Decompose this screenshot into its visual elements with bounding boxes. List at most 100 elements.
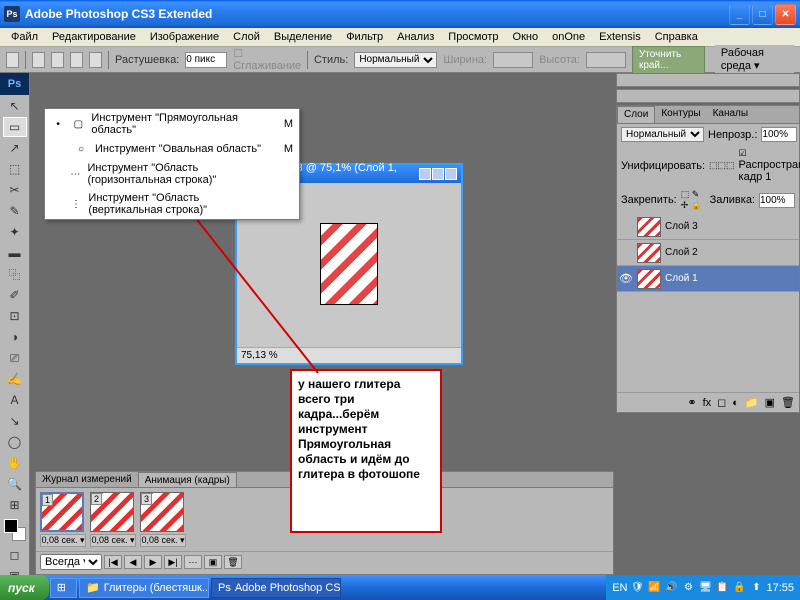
layer-thumbnail[interactable] xyxy=(637,217,661,237)
menu-Справка[interactable]: Справка xyxy=(648,29,705,45)
fg-color[interactable] xyxy=(4,519,18,533)
menu-Редактирование[interactable]: Редактирование xyxy=(45,29,143,45)
tool-7[interactable]: ▬ xyxy=(3,243,27,263)
quickmask-icon[interactable]: ◻ xyxy=(3,545,27,565)
flyout-item[interactable]: ⋯Инструмент "Область (горизонтальная стр… xyxy=(45,159,299,189)
tray-icon[interactable]: 🔒 xyxy=(732,581,746,595)
link-layers-icon[interactable]: ⚭ xyxy=(687,396,696,409)
frame-delay[interactable]: 0,08 сек. ▾ xyxy=(140,534,186,547)
frame-delay[interactable]: 0,08 сек. ▾ xyxy=(90,534,136,547)
layer-row[interactable]: 👁Слой 1 xyxy=(617,266,799,292)
start-button[interactable]: пуск xyxy=(0,575,49,600)
mask-icon[interactable]: ◻ xyxy=(717,396,726,409)
tool-12[interactable]: ⎚ xyxy=(3,348,27,368)
tray-icon[interactable]: 🛡 xyxy=(630,581,644,595)
collapsed-panel-2[interactable] xyxy=(616,89,800,103)
propagate-checkbox[interactable]: ☑ Распространить кадр 1 xyxy=(739,148,800,183)
tool-11[interactable]: ◑ xyxy=(3,327,27,347)
menu-Фильтр[interactable]: Фильтр xyxy=(339,29,390,45)
menu-onOne[interactable]: onOne xyxy=(545,29,592,45)
taskbar-button[interactable]: 📁Глитеры (блестяшк... xyxy=(79,578,209,598)
doc-maximize-button[interactable] xyxy=(432,168,444,180)
menu-Анализ[interactable]: Анализ xyxy=(390,29,441,45)
delete-frame-button[interactable]: 🗑 xyxy=(224,555,242,569)
marquee-add-icon[interactable] xyxy=(51,52,64,68)
menu-Изображение[interactable]: Изображение xyxy=(143,29,226,45)
animation-frame[interactable]: 10,08 сек. ▾ xyxy=(40,492,86,547)
loop-select[interactable]: Всегда ▾ xyxy=(40,554,102,570)
tool-4[interactable]: ✂ xyxy=(3,180,27,200)
tool-8[interactable]: ⿻ xyxy=(3,264,27,284)
flyout-item[interactable]: ○Инструмент "Овальная область"M xyxy=(45,139,299,159)
tab-Слои[interactable]: Слои xyxy=(617,106,655,123)
taskbar-button[interactable]: PsAdobe Photoshop CS... xyxy=(211,578,341,598)
menu-Файл[interactable]: Файл xyxy=(4,29,45,45)
color-swatches[interactable] xyxy=(4,519,26,541)
maximize-button[interactable]: □ xyxy=(752,4,773,25)
trash-icon[interactable]: 🗑 xyxy=(781,396,795,409)
tool-9[interactable]: ✐ xyxy=(3,285,27,305)
clock[interactable]: 17:55 xyxy=(766,582,794,594)
tray-icon[interactable]: 📶 xyxy=(647,581,661,595)
tab-Каналы[interactable]: Каналы xyxy=(707,106,755,123)
tray-icon[interactable]: ⚙ xyxy=(681,581,695,595)
animation-frame[interactable]: 30,08 сек. ▾ xyxy=(140,492,186,547)
marquee-int-icon[interactable] xyxy=(89,52,102,68)
marquee-new-icon[interactable] xyxy=(32,52,45,68)
layer-row[interactable]: Слой 3 xyxy=(617,214,799,240)
tool-2[interactable]: ↗ xyxy=(3,138,27,158)
menu-Выделение[interactable]: Выделение xyxy=(267,29,339,45)
tool-16[interactable]: ◯ xyxy=(3,432,27,452)
menu-Просмотр[interactable]: Просмотр xyxy=(441,29,505,45)
tray-icon[interactable]: ⬆ xyxy=(749,581,763,595)
menu-Extensis[interactable]: Extensis xyxy=(592,29,648,45)
tool-17[interactable]: ✋ xyxy=(3,453,27,473)
layer-thumbnail[interactable] xyxy=(637,269,661,289)
fx-icon[interactable]: fx xyxy=(703,397,712,409)
blend-mode-select[interactable]: Нормальный xyxy=(621,127,704,142)
taskbar-button[interactable]: ⊞ xyxy=(50,578,77,598)
doc-close-button[interactable] xyxy=(445,168,457,180)
tool-5[interactable]: ✎ xyxy=(3,201,27,221)
tool-1[interactable]: ▭ xyxy=(3,117,27,137)
layer-row[interactable]: Слой 2 xyxy=(617,240,799,266)
tab-Журнал измерений[interactable]: Журнал измерений xyxy=(36,472,138,487)
flyout-item[interactable]: •▢Инструмент "Прямоугольная область"M xyxy=(45,109,299,139)
tool-15[interactable]: ↘ xyxy=(3,411,27,431)
frame-delay[interactable]: 0,08 сек. ▾ xyxy=(40,534,86,547)
refine-edge-button[interactable]: Уточнить край... xyxy=(632,46,705,74)
feather-input[interactable] xyxy=(185,52,227,68)
folder-icon[interactable]: 📁 xyxy=(745,396,759,409)
menu-Слой[interactable]: Слой xyxy=(226,29,267,45)
collapsed-panel-1[interactable] xyxy=(616,73,800,87)
doc-minimize-button[interactable] xyxy=(419,168,431,180)
visibility-icon[interactable]: 👁 xyxy=(619,272,633,285)
close-button[interactable]: ✕ xyxy=(775,4,796,25)
first-frame-button[interactable]: |◀ xyxy=(104,555,122,569)
tab-Анимация (кадры)[interactable]: Анимация (кадры) xyxy=(138,472,237,487)
tool-10[interactable]: ⊡ xyxy=(3,306,27,326)
opacity-input[interactable] xyxy=(761,127,797,142)
adjustment-icon[interactable]: ◐ xyxy=(732,397,739,409)
prev-frame-button[interactable]: ◀ xyxy=(124,555,142,569)
tray-icon[interactable]: 🔊 xyxy=(664,581,678,595)
play-button[interactable]: ▶ xyxy=(144,555,162,569)
menu-Окно[interactable]: Окно xyxy=(506,29,546,45)
marquee-sub-icon[interactable] xyxy=(70,52,83,68)
flyout-item[interactable]: ⋮Инструмент "Область (вертикальная строк… xyxy=(45,189,299,219)
new-layer-icon[interactable]: ▣ xyxy=(765,396,775,409)
tween-button[interactable]: ⋯ xyxy=(184,555,202,569)
new-frame-button[interactable]: ▣ xyxy=(204,555,222,569)
tray-icon[interactable]: 📋 xyxy=(715,581,729,595)
tab-Контуры[interactable]: Контуры xyxy=(655,106,706,123)
minimize-button[interactable]: _ xyxy=(729,4,750,25)
workspace-menu[interactable]: Рабочая среда ▾ xyxy=(715,45,794,74)
canvas[interactable] xyxy=(320,223,378,305)
tool-19[interactable]: ⊞ xyxy=(3,495,27,515)
style-select[interactable]: Нормальный xyxy=(354,52,437,68)
tool-14[interactable]: A xyxy=(3,390,27,410)
tool-18[interactable]: 🔍 xyxy=(3,474,27,494)
fill-input[interactable] xyxy=(759,193,795,208)
tray-icon[interactable]: 🖥 xyxy=(698,581,712,595)
language-indicator[interactable]: EN xyxy=(612,582,627,594)
